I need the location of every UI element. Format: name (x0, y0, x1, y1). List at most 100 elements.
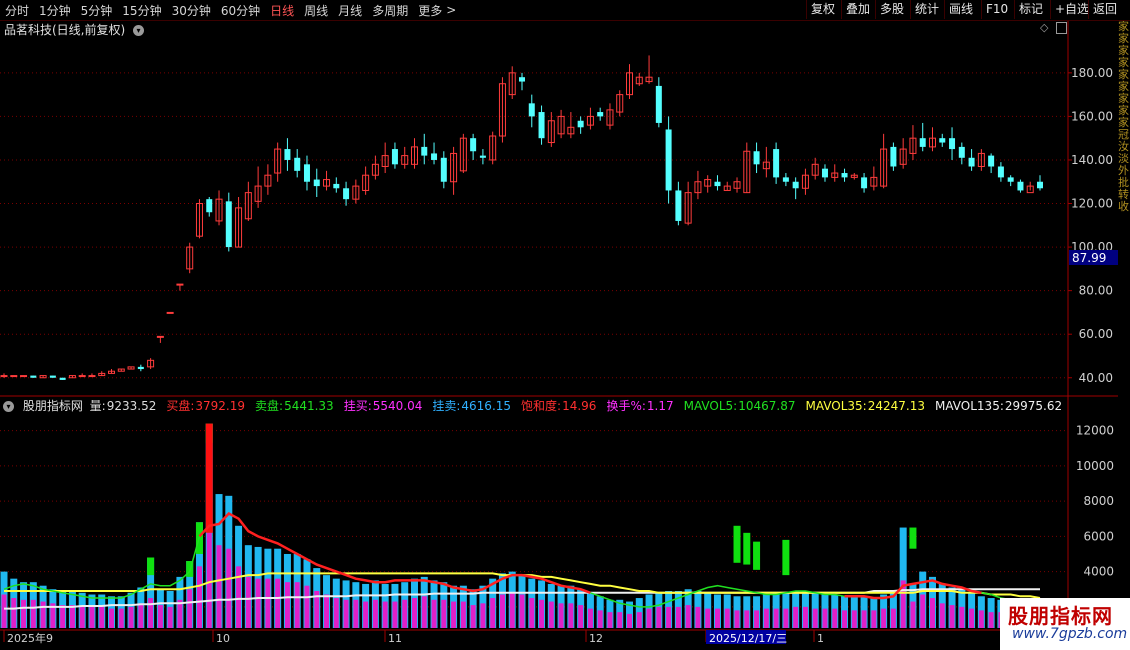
kline-chart[interactable]: 180.00160.00140.00120.00100.0080.0060.00… (0, 21, 1118, 650)
candle-body (919, 138, 926, 147)
volume-bar-magenta (60, 605, 66, 628)
more-arrow-icon[interactable]: > (441, 3, 461, 17)
period-tab[interactable]: 15分钟 (117, 2, 166, 19)
volume-bar-magenta (969, 608, 975, 628)
current-price-label: 87.99 (1072, 251, 1106, 265)
volume-stat-value: 1.17 (646, 399, 674, 413)
candle-body (440, 157, 447, 182)
candle-body (958, 146, 965, 158)
candle-body (753, 151, 760, 165)
price-tick-label: 180.00 (1071, 66, 1113, 80)
volume-bar-magenta (558, 603, 564, 628)
volume-bar-magenta (656, 606, 662, 628)
volume-stat: 挂买:5540.04 (344, 399, 428, 413)
volume-bar-magenta (861, 610, 867, 628)
candle-body (78, 375, 86, 378)
period-tab[interactable]: 日线 (265, 2, 299, 19)
volume-bar-magenta (685, 605, 691, 628)
volume-stat-value: 9233.52 (106, 399, 157, 413)
volume-bar-magenta (890, 608, 896, 628)
volume-stat-value: 4616.15 (461, 399, 512, 413)
candle-body (538, 112, 545, 139)
volume-bar-magenta (402, 599, 408, 628)
volume-bar-magenta (11, 598, 17, 628)
volume-bar-magenta (265, 578, 271, 628)
candle-body (431, 153, 438, 160)
volume-bar-magenta (343, 599, 349, 628)
toolbar-button[interactable]: +自选 (1050, 0, 1093, 19)
toolbar-button[interactable]: 返回 (1088, 0, 1121, 19)
candle-body (988, 155, 995, 167)
volume-stat-value: 5540.04 (372, 399, 423, 413)
date-label: 12 (589, 632, 603, 645)
volume-bar-magenta (802, 606, 808, 628)
toolbar-button[interactable]: 标记 (1014, 0, 1047, 19)
period-tab[interactable]: 1分钟 (34, 2, 76, 19)
period-tab[interactable]: 多周期 (367, 2, 413, 19)
collapse-icon[interactable]: ▾ (3, 401, 14, 412)
volume-bar-magenta (675, 606, 681, 628)
volume-bar-magenta (939, 603, 945, 628)
volume-bar-magenta (666, 606, 672, 628)
candle-body (655, 85, 662, 123)
volume-bar-magenta (490, 598, 496, 628)
volume-stat-value: 29975.62 (1004, 399, 1063, 413)
volume-stat-label: 挂买: (343, 399, 372, 413)
volume-bar-magenta (118, 608, 124, 628)
candle-body (59, 377, 66, 380)
period-tab[interactable]: 30分钟 (167, 2, 216, 19)
toolbar-button[interactable]: 多股 (875, 0, 908, 19)
candle-body (421, 146, 428, 156)
volume-bar-magenta (724, 608, 730, 628)
volume-bar-magenta (421, 596, 427, 628)
volume-bar-magenta (128, 606, 134, 628)
volume-tick-label: 10000 (1076, 459, 1114, 473)
toolbar-button[interactable]: 统计 (910, 0, 943, 19)
volume-tick-label: 12000 (1076, 424, 1114, 438)
date-label: 10 (216, 632, 230, 645)
candle-body (333, 183, 340, 189)
volume-bar-magenta (294, 582, 300, 628)
volume-stat-value: 10467.87 (738, 399, 796, 413)
period-tab[interactable]: 分时 (0, 2, 34, 19)
volume-stat-label: MAVOL135: (935, 399, 1004, 413)
volume-bar-magenta (245, 576, 251, 628)
volume-bar-magenta (21, 599, 27, 628)
volume-bar-magenta (363, 601, 369, 628)
volume-bar-magenta (509, 592, 515, 628)
toolbar-button[interactable]: F10 (981, 0, 1012, 19)
candle-body (528, 103, 535, 117)
volume-stat: 换手%:1.17 (606, 399, 678, 413)
toolbar-button[interactable]: 叠加 (841, 0, 874, 19)
volume-bar-magenta (539, 599, 545, 628)
toolbar-button[interactable]: 画线 (944, 0, 977, 19)
candle-body (861, 177, 868, 189)
candle-body (949, 138, 956, 150)
candle-body (343, 188, 350, 200)
volume-bar-magenta (353, 599, 359, 628)
period-tab[interactable]: 月线 (333, 2, 367, 19)
volume-bar-green (733, 525, 741, 563)
candle-body (890, 146, 897, 167)
period-tab[interactable]: 周线 (299, 2, 333, 19)
volume-bar-green (147, 557, 155, 576)
volume-bar-magenta (460, 601, 466, 628)
volume-bar-magenta (812, 608, 818, 628)
period-tab[interactable]: 60分钟 (216, 2, 265, 19)
volume-bar-magenta (30, 599, 36, 628)
volume-stat: MAVOL5:10467.87 (684, 399, 801, 413)
volume-bar-magenta (851, 610, 857, 628)
volume-bar-magenta (842, 610, 848, 628)
period-tab[interactable]: 5分钟 (76, 2, 118, 19)
candle-body (166, 311, 174, 314)
candle-body (782, 177, 789, 182)
volume-bar-magenta (79, 606, 85, 628)
volume-indicator-header: ▾ 股朋指标网 量:9233.52 买盘:3792.19 卖盘:5441.33 挂买:… (0, 397, 1068, 413)
candle-body (137, 366, 144, 370)
candle-body (821, 168, 828, 178)
volume-bar-magenta (783, 608, 789, 628)
volume-bar-magenta (392, 601, 398, 628)
volume-bar-magenta (431, 599, 437, 628)
toolbar-button[interactable]: 复权 (806, 0, 839, 19)
right-gutter-text: 家家家家家家家家家冠汝淡外批转收 (1118, 21, 1129, 213)
